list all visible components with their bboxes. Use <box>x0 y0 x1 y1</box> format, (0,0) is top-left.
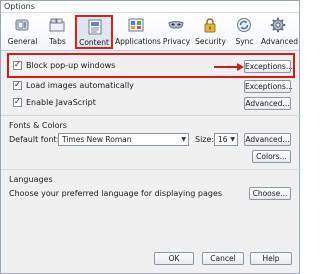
ok-button[interactable]: OK <box>154 252 194 265</box>
default-font-label: Default font: <box>9 135 60 144</box>
fonts-advanced-button[interactable]: Advanced... <box>244 133 291 146</box>
title-bar: Options <box>1 1 299 13</box>
javascript-advanced-button[interactable]: Advanced... <box>244 97 291 110</box>
tab-tabs[interactable]: Tabs <box>40 15 75 49</box>
help-button[interactable]: Help <box>250 252 292 265</box>
tabs-icon <box>49 18 65 32</box>
applications-icon <box>128 18 144 32</box>
popup-exceptions-button[interactable]: Exceptions... <box>244 60 293 73</box>
annotation-arrow-head-icon <box>237 63 244 71</box>
separator <box>1 169 301 170</box>
tab-advanced[interactable]: Advanced <box>261 15 298 49</box>
tab-applications[interactable]: Applications <box>115 15 161 49</box>
dropdown-arrow-icon: ▼ <box>181 136 186 143</box>
separator <box>1 115 301 116</box>
tab-privacy[interactable]: Privacy <box>159 15 194 49</box>
size-label: Size: <box>195 135 215 144</box>
default-font-select[interactable]: Times New Roman ▼ <box>58 133 189 146</box>
colors-button[interactable]: Colors... <box>252 150 291 163</box>
annotation-arrow-line <box>214 66 238 68</box>
load-images-label: Load images automatically <box>26 81 134 90</box>
enable-javascript-checkbox[interactable]: ✓ <box>13 97 22 107</box>
languages-heading: Languages <box>9 175 53 184</box>
font-size-select[interactable]: 16 ▼ <box>214 133 238 146</box>
fonts-colors-heading: Fonts & Colors <box>9 121 67 130</box>
load-images-checkbox[interactable]: ✓ <box>13 80 22 90</box>
tab-sync[interactable]: Sync <box>227 15 262 49</box>
checkmark-icon: ✓ <box>14 97 21 106</box>
tab-security[interactable]: Security <box>193 15 228 49</box>
block-popups-checkbox[interactable]: ✓ <box>13 60 22 70</box>
checkmark-icon: ✓ <box>14 80 21 89</box>
cancel-button[interactable]: Cancel <box>202 252 244 265</box>
window-title: Options <box>4 2 35 11</box>
images-exceptions-button[interactable]: Exceptions... <box>244 80 293 93</box>
checkmark-icon: ✓ <box>14 60 21 69</box>
security-lock-icon <box>204 18 216 33</box>
privacy-mask-icon <box>168 21 184 29</box>
block-popups-label: Block pop-up windows <box>26 61 116 70</box>
tab-content[interactable]: Content <box>75 15 113 49</box>
general-switch-icon <box>15 19 29 31</box>
options-window: Options General Tabs Content Application… <box>0 0 301 274</box>
options-toolbar: General Tabs Content Applications Privac… <box>1 13 299 51</box>
sync-icon <box>237 18 251 32</box>
content-icon <box>88 19 102 35</box>
dropdown-arrow-icon: ▼ <box>230 136 235 143</box>
choose-language-button[interactable]: Choose... <box>249 187 291 200</box>
enable-javascript-label: Enable JavaScript <box>26 98 96 107</box>
advanced-gear-icon <box>270 17 286 33</box>
tab-general[interactable]: General <box>5 15 40 49</box>
languages-description: Choose your preferred language for displ… <box>9 189 223 198</box>
